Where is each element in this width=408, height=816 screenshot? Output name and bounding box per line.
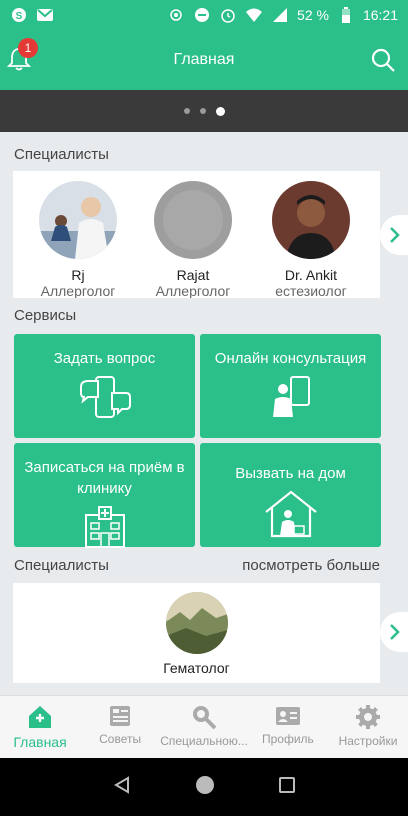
nav-label: Советы (99, 732, 142, 746)
nav-label: Профиль (261, 732, 314, 746)
battery-icon (337, 6, 355, 24)
specialist-name: Rj (71, 267, 85, 283)
nav-profile[interactable]: Профиль (248, 696, 328, 758)
specialist-card[interactable]: Rj Аллерголог (18, 181, 138, 298)
nav-label: Настройки (338, 734, 398, 748)
gear-icon (355, 705, 380, 729)
specialists-next-button[interactable] (380, 215, 408, 255)
ask-question-button[interactable]: Задать вопрос (14, 334, 195, 438)
recents-icon[interactable] (278, 776, 296, 799)
nav-tips[interactable]: Советы (80, 696, 160, 758)
status-bar: S 52 % 16:21 (0, 0, 408, 30)
system-nav-bar (0, 758, 408, 816)
clock: 16:21 (362, 7, 398, 23)
hotspot-icon (167, 6, 185, 24)
search-icon[interactable] (370, 47, 396, 73)
specialists-title-2: Специалисты (14, 557, 109, 574)
avatar (154, 181, 232, 259)
specialists-title: Специалисты (14, 146, 109, 163)
chat-phone-icon (79, 376, 131, 418)
specialist-role: естезиолог (275, 283, 347, 298)
specialist-card[interactable]: Rajat Аллерголог (133, 181, 253, 298)
carousel-dot[interactable] (183, 108, 190, 114)
specialist-name: Dr. Ankit (284, 267, 338, 283)
home-icon (29, 706, 52, 728)
signal-icon (271, 6, 289, 24)
service-label: Онлайн консультация (214, 350, 367, 367)
search-icon (193, 706, 217, 730)
carousel-dot-active[interactable] (215, 106, 225, 116)
online-consultation-button[interactable]: Онлайн консультация (200, 334, 381, 438)
service-label: Записаться на приём в клинику (24, 459, 185, 497)
specialty-card[interactable]: Гематолог (13, 583, 380, 683)
app-header: 1 Главная (0, 30, 408, 90)
alarm-icon (219, 6, 237, 24)
back-icon[interactable] (112, 775, 132, 800)
svg-text:S: S (16, 11, 23, 22)
battery-percent: 52 % (297, 7, 329, 23)
home-button-icon[interactable] (195, 775, 215, 800)
tips-icon (110, 706, 131, 726)
specialty-avatar (165, 592, 228, 654)
gmail-icon (36, 6, 54, 24)
dnd-icon (193, 6, 211, 24)
page-title: Главная (173, 51, 235, 68)
book-appointment-button[interactable]: Записаться на приём в клинику (14, 443, 195, 548)
avatar (272, 181, 350, 259)
skype-icon: S (10, 6, 28, 24)
service-label: Задать вопрос (53, 350, 156, 367)
banner-carousel[interactable] (0, 90, 408, 132)
nav-label: Специальною... (160, 734, 248, 748)
service-label: Вызвать на дом (235, 465, 346, 482)
carousel-dot[interactable] (199, 108, 206, 114)
house-doctor-icon (264, 490, 317, 538)
nav-specialists[interactable]: Специальною... (160, 696, 248, 758)
specialists-carousel[interactable]: Rj Аллерголог Rajat Аллерголог Dr. Ankit… (13, 171, 380, 298)
hospital-icon (84, 506, 125, 548)
see-more-link[interactable]: посмотреть больше (242, 557, 380, 574)
avatar (39, 181, 117, 259)
nav-home[interactable]: Главная (0, 696, 80, 758)
specialist-role: Аллерголог (40, 283, 116, 298)
specialist-card[interactable]: Dr. Ankit естезиолог (251, 181, 371, 298)
specialist-name: Rajat (176, 267, 210, 283)
chevron-right-icon (390, 624, 400, 640)
bottom-nav: Главная Советы Специальною... Профиль На… (0, 695, 408, 758)
specialty-next-button[interactable] (380, 612, 408, 652)
notification-badge: 1 (18, 38, 38, 58)
specialty-name: Гематолог (163, 660, 230, 676)
specialist-role: Аллерголог (155, 283, 231, 298)
nav-settings[interactable]: Настройки (328, 696, 408, 758)
doctor-tablet-icon (272, 376, 310, 417)
wifi-icon (245, 6, 263, 24)
nav-label: Главная (13, 734, 67, 750)
profile-card-icon (275, 707, 300, 725)
services-title: Сервисы (14, 307, 77, 324)
chevron-right-icon (390, 227, 400, 243)
home-visit-button[interactable]: Вызвать на дом (200, 443, 381, 547)
